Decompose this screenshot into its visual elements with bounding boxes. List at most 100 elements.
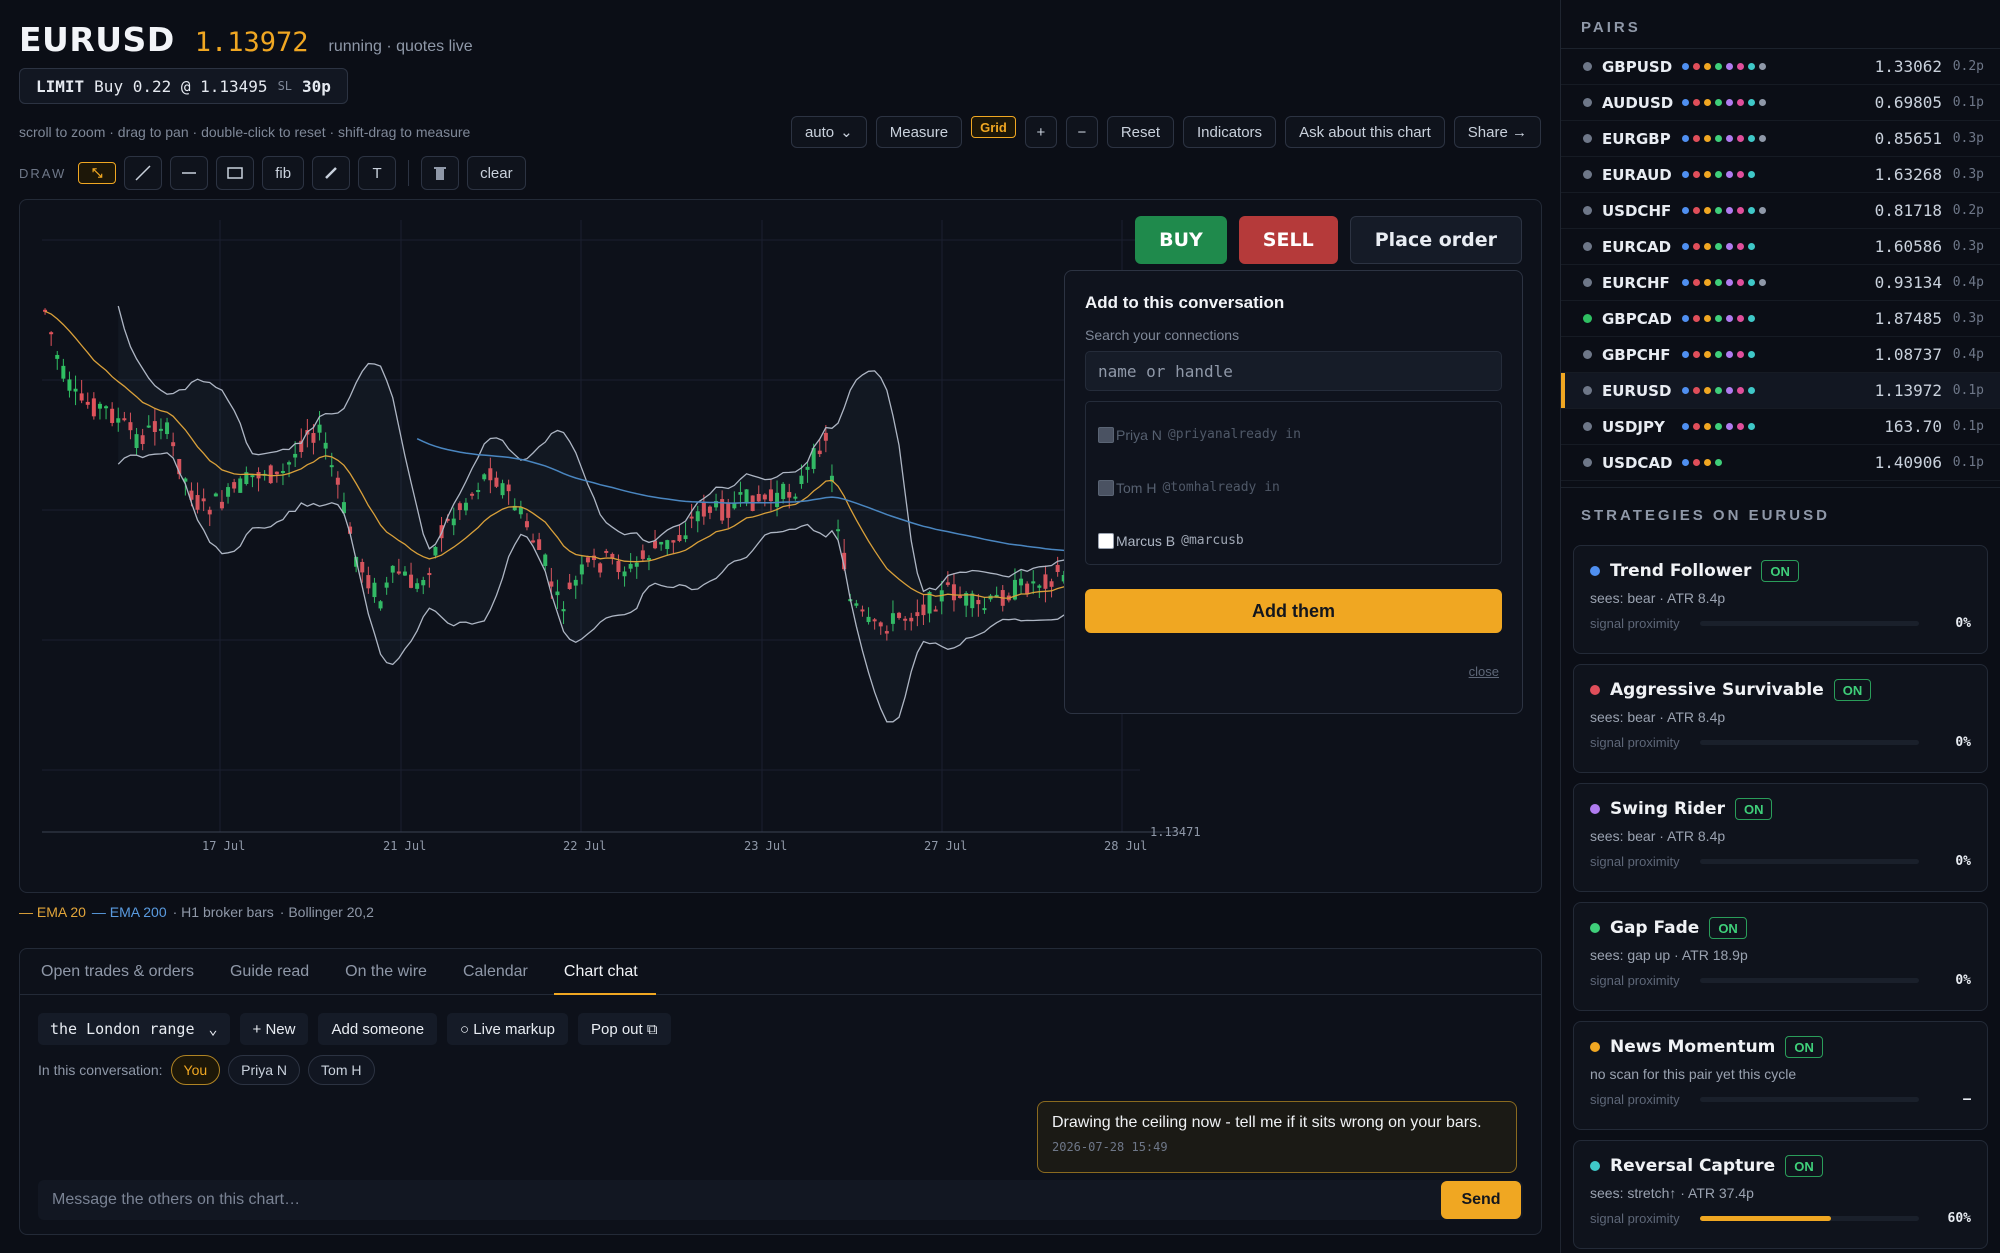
strategy-status-badge[interactable]: ON — [1833, 679, 1872, 701]
pair-status-dot — [1583, 134, 1592, 143]
strategy-card[interactable]: Trend Follower ON sees: bear · ATR 8.4p sig… — [1573, 545, 1988, 654]
pair-name: GBPUSD — [1602, 57, 1673, 76]
pair-row[interactable]: EURGBP 0.85651 0.3p — [1561, 121, 2000, 157]
strategy-dot — [1737, 207, 1744, 214]
add-someone-button[interactable]: Add someone — [318, 1013, 438, 1045]
text-tool[interactable]: T — [358, 156, 397, 190]
strategy-status-badge[interactable]: ON — [1709, 917, 1747, 939]
connection-name: Marcus B — [1116, 532, 1176, 549]
sell-button[interactable]: SELL — [1238, 216, 1338, 264]
mode-select[interactable]: auto ⌄ — [790, 116, 867, 148]
pair-row[interactable]: EURAUD 1.63268 0.3p — [1561, 157, 2000, 193]
strategy-dot — [1737, 423, 1744, 430]
pair-spread: 0.1p — [1952, 455, 1984, 470]
tab-calendar[interactable]: Calendar — [445, 949, 546, 994]
strategy-card[interactable]: Swing Rider ON sees: bear · ATR 8.4p signal… — [1573, 783, 1988, 892]
strategy-dot — [1704, 315, 1711, 322]
room-select[interactable]: the London range ⌄ — [38, 1013, 230, 1045]
pair-row[interactable]: GBPCHF 1.08737 0.4p — [1561, 337, 2000, 373]
zoom-in-button[interactable]: + — [1024, 116, 1057, 148]
pending-order-badge[interactable]: LIMIT Buy 0.22 @ 1.13495 SL 30p — [19, 68, 348, 104]
share-button[interactable]: Share → — [1453, 116, 1541, 148]
message-input[interactable]: Message the others on this chart… — [38, 1180, 1523, 1220]
pair-row[interactable]: GBPCAD 1.87485 0.3p — [1561, 301, 2000, 337]
hline-tool[interactable] — [170, 156, 209, 190]
grid-toggle[interactable]: Grid — [971, 116, 1016, 138]
member-chip-priya[interactable]: Priya N — [228, 1055, 301, 1085]
send-button[interactable]: Send — [1441, 1181, 1521, 1219]
strategy-card[interactable]: Gap Fade ON sees: gap up · ATR 18.9p signal… — [1573, 902, 1988, 1011]
strategy-dot — [1715, 135, 1722, 142]
member-chip-tom[interactable]: Tom H — [308, 1055, 375, 1085]
rectangle-icon — [227, 167, 243, 179]
proximity-label: signal proximity — [1590, 854, 1680, 869]
zoom-out-button[interactable]: − — [1065, 116, 1098, 148]
strategy-dot — [1715, 423, 1722, 430]
candle-body — [79, 393, 84, 401]
strategy-dot — [1704, 279, 1711, 286]
strategy-dot — [1693, 387, 1700, 394]
pair-row[interactable]: USDJPY 163.70 0.1p — [1561, 409, 2000, 445]
pair-name: USDJPY — [1602, 417, 1665, 436]
reset-button[interactable]: Reset — [1106, 116, 1175, 148]
strategy-dot — [1759, 135, 1766, 142]
new-room-button[interactable]: + New — [239, 1013, 309, 1045]
checkbox[interactable] — [1098, 532, 1114, 549]
tab-guide-read[interactable]: Guide read — [212, 949, 327, 994]
price-chart[interactable]: 17 Jul 21 Jul 22 Jul 23 Jul 27 Jul 28 Jul 1.13… — [19, 199, 1542, 893]
room-name: the London range — [50, 1020, 195, 1038]
tab-on-the-wire[interactable]: On the wire — [327, 949, 445, 994]
strategy-card[interactable]: Aggressive Survivable ON sees: bear · ATR … — [1573, 664, 1988, 773]
fib-tool[interactable]: fib — [262, 156, 305, 190]
strategy-status-badge[interactable]: ON — [1734, 798, 1773, 820]
strategy-dot — [1726, 207, 1733, 214]
strategy-dot — [1693, 99, 1700, 106]
strategy-color-dot — [1590, 1161, 1600, 1171]
strategy-color-dot — [1590, 1042, 1600, 1052]
clear-drawings-button[interactable]: clear — [467, 156, 526, 190]
ask-chart-button[interactable]: Ask about this chart — [1285, 116, 1445, 148]
pair-spread: 0.4p — [1952, 275, 1984, 290]
member-chip-you[interactable]: You — [170, 1055, 221, 1085]
strategy-card[interactable]: Reversal Capture ON sees: stretch↑ · ATR 3… — [1573, 1140, 1988, 1249]
pop-out-button[interactable]: Pop out ⧉ — [577, 1013, 671, 1045]
pair-row[interactable]: EURUSD 1.13972 0.1p — [1561, 373, 2000, 409]
buy-button[interactable]: BUY — [1135, 216, 1227, 264]
horizontal-line-icon — [182, 172, 197, 174]
add-them-button[interactable]: Add them — [1085, 589, 1502, 633]
x-tick-label: 21 Jul — [383, 839, 426, 853]
pair-row[interactable]: USDCHF 0.81718 0.2p — [1561, 193, 2000, 229]
place-order-button[interactable]: Place order — [1349, 216, 1522, 264]
pair-row[interactable]: EURCAD 1.60586 0.3p — [1561, 229, 2000, 265]
pair-price: 0.69805 — [1874, 93, 1942, 112]
strategy-card[interactable]: News Momentum ON no scan for this pair yet… — [1573, 1021, 1988, 1130]
bollinger-fill — [118, 306, 1137, 722]
pair-status-dot — [1583, 422, 1592, 431]
proximity-label: signal proximity — [1590, 973, 1680, 988]
cursor-tool[interactable]: ⤡ — [78, 162, 117, 184]
strategy-status-badge[interactable]: ON — [1761, 560, 1799, 582]
trendline-tool[interactable] — [124, 156, 163, 190]
tab-chart-chat[interactable]: Chart chat — [546, 949, 656, 995]
candle-body — [61, 365, 66, 379]
indicators-button[interactable]: Indicators — [1183, 116, 1277, 148]
tab-open-trades[interactable]: Open trades & orders — [23, 949, 212, 994]
pair-row[interactable]: GBPUSD 1.33062 0.2p — [1561, 49, 2000, 85]
pair-row[interactable]: USDCAD 1.40906 0.1p — [1561, 445, 2000, 481]
rectangle-tool[interactable] — [216, 156, 255, 190]
measure-button[interactable]: Measure — [875, 116, 963, 148]
chart-legend: — EMA 20 — EMA 200 · H1 broker bars · Bo… — [19, 904, 374, 920]
pair-name: USDCHF — [1602, 201, 1672, 220]
close-popup-link[interactable]: close — [1469, 664, 1499, 679]
delete-drawing-button[interactable] — [421, 156, 460, 190]
strategy-status-badge[interactable]: ON — [1785, 1036, 1823, 1058]
connection-item[interactable]: Marcus B @marcusb — [1098, 514, 1489, 567]
live-markup-toggle[interactable]: ○ Live markup — [447, 1013, 568, 1045]
pair-row[interactable]: EURCHF 0.93134 0.4p — [1561, 265, 2000, 301]
connection-search-input[interactable]: name or handle — [1085, 351, 1502, 391]
pair-price: 1.60586 — [1874, 237, 1942, 256]
proximity-bar — [1700, 740, 1919, 745]
pair-row[interactable]: AUDUSD 0.69805 0.1p — [1561, 85, 2000, 121]
strategy-status-badge[interactable]: ON — [1785, 1155, 1823, 1177]
pen-tool[interactable] — [312, 156, 351, 190]
